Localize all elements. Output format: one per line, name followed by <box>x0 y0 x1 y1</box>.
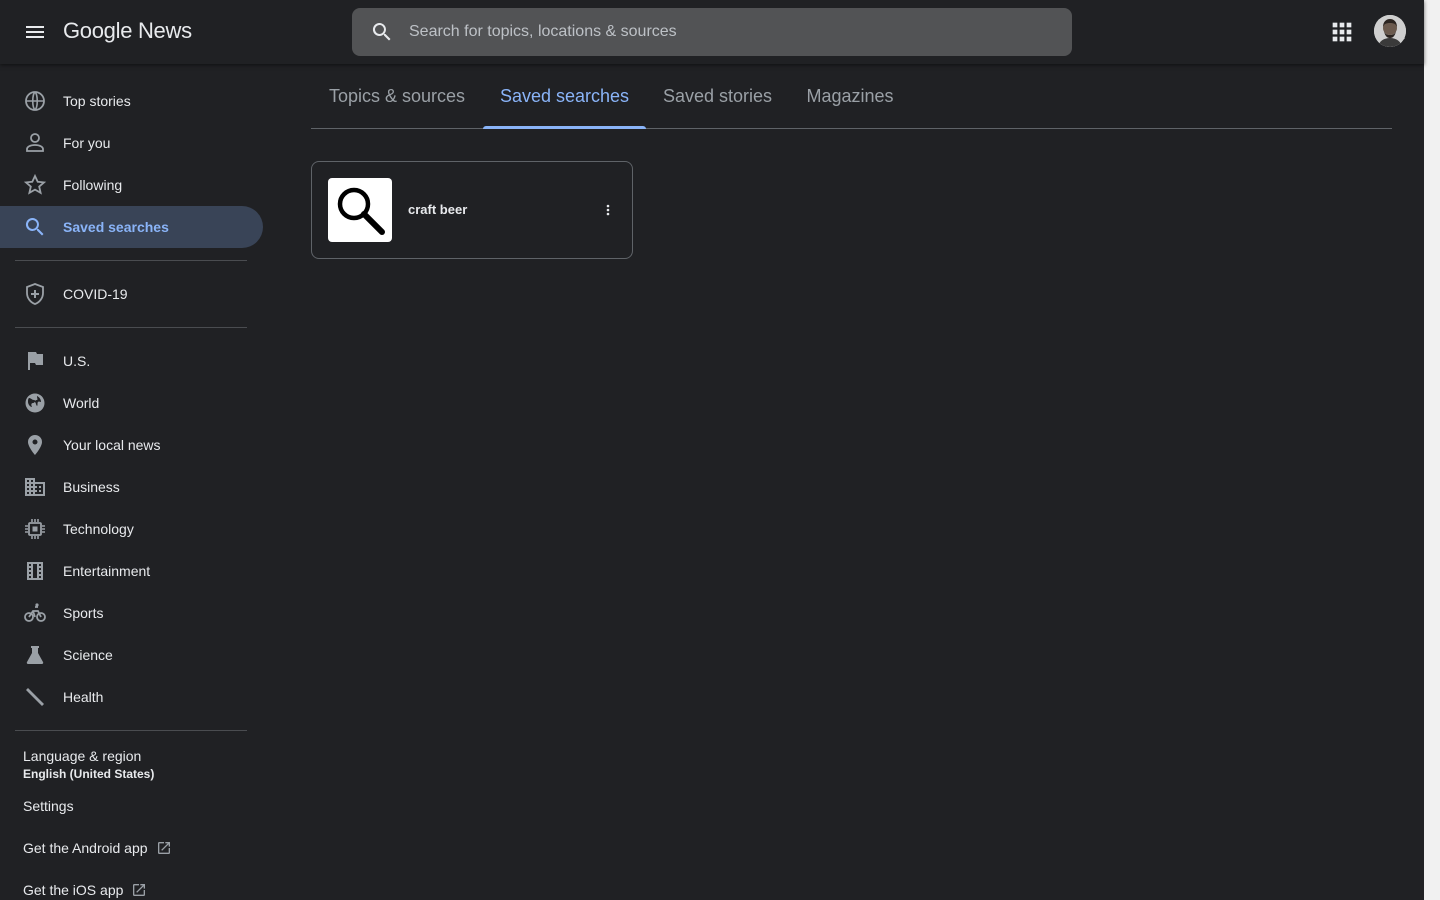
sidebar-divider <box>15 730 247 731</box>
film-icon <box>27 562 43 580</box>
sidebar-item-for-you[interactable]: For you <box>0 122 263 164</box>
following-tabs: Topics & sources Saved searches Saved st… <box>311 64 1392 129</box>
hamburger-icon <box>26 26 44 38</box>
external-link-icon <box>133 884 146 896</box>
sidebar-item-science[interactable]: Science <box>0 634 263 676</box>
android-app-label: Get the Android app <box>23 840 148 856</box>
person-icon <box>26 133 44 152</box>
sidebar-item-label: Following <box>63 177 123 193</box>
sidebar-item-world[interactable]: World <box>0 382 263 424</box>
tab-topics-sources[interactable]: Topics & sources <box>311 64 483 128</box>
bicycle-icon <box>24 603 46 622</box>
search-icon <box>25 218 44 236</box>
sidebar-item-entertainment[interactable]: Entertainment <box>0 550 263 592</box>
sidebar: Top stories For you Following Saved sear… <box>0 64 280 900</box>
profile-photo-icon <box>1374 15 1406 47</box>
world-icon <box>25 393 45 413</box>
search-icon[interactable] <box>370 20 394 44</box>
sidebar-item-label: Top stories <box>63 93 131 109</box>
settings-link[interactable]: Settings <box>23 798 74 814</box>
brand-google: Google <box>63 18 133 43</box>
sidebar-item-business[interactable]: Business <box>0 466 263 508</box>
sidebar-item-local-news[interactable]: Your local news <box>0 424 263 466</box>
tab-saved-stories[interactable]: Saved stories <box>646 64 789 128</box>
sidebar-item-label: Sports <box>63 605 104 621</box>
sidebar-item-label: World <box>63 395 100 411</box>
flag-icon <box>28 352 43 370</box>
sidebar-item-label: U.S. <box>63 353 91 369</box>
sidebar-item-technology[interactable]: Technology <box>0 508 263 550</box>
search-bar <box>352 8 1405 56</box>
sidebar-item-us[interactable]: U.S. <box>0 340 263 382</box>
brand-news: News <box>137 18 192 43</box>
language-region-label: Language & region <box>23 748 142 764</box>
more-options-button[interactable] <box>598 198 618 222</box>
sidebar-item-sports[interactable]: Sports <box>0 592 263 634</box>
dumbbell-icon <box>26 688 44 706</box>
app-frame: Google News Search for topics, locations… <box>0 0 1440 900</box>
sidebar-item-label: Entertainment <box>63 563 151 579</box>
sidebar-item-health[interactable]: Health <box>0 676 263 718</box>
ios-app-link[interactable]: Get the iOS app <box>23 882 147 898</box>
tab-saved-searches[interactable]: Saved searches <box>483 64 646 129</box>
sidebar-item-label: Science <box>63 647 113 663</box>
sidebar-divider <box>15 260 247 261</box>
sidebar-item-label: Business <box>63 479 120 495</box>
sidebar-item-following[interactable]: Following <box>0 164 263 206</box>
saved-search-thumbnail <box>328 178 392 242</box>
sidebar-item-label: Saved searches <box>63 219 169 235</box>
sidebar-item-label: Technology <box>63 521 134 537</box>
ios-app-label: Get the iOS app <box>23 882 124 898</box>
sidebar-item-label: COVID-19 <box>63 286 128 302</box>
sidebar-item-label: Your local news <box>63 437 161 453</box>
external-link-icon <box>157 842 170 854</box>
account-avatar[interactable] <box>1374 15 1406 47</box>
tab-magazines[interactable]: Magazines <box>789 64 911 128</box>
sidebar-item-saved-searches[interactable]: Saved searches <box>0 206 263 248</box>
sidebar-item-covid-19[interactable]: COVID-19 <box>0 273 263 315</box>
main-menu-button[interactable] <box>19 16 51 48</box>
android-app-link[interactable]: Get the Android app <box>23 840 172 856</box>
saved-search-card[interactable]: craft beer <box>311 161 633 259</box>
page-scrollbar[interactable] <box>1424 0 1440 900</box>
top-bar: Google News <box>0 0 1424 64</box>
language-region-value: English (United States) <box>23 767 155 781</box>
sidebar-item-top-stories[interactable]: Top stories <box>0 80 263 122</box>
apps-grid-icon[interactable] <box>1328 18 1356 46</box>
sidebar-item-label: Health <box>63 689 104 705</box>
sidebar-item-label: For you <box>63 135 111 151</box>
magnifier-icon <box>337 187 385 235</box>
sidebar-divider <box>15 327 247 328</box>
search-input[interactable] <box>409 16 1009 48</box>
saved-search-title: craft beer <box>408 202 468 217</box>
building-icon <box>25 478 45 496</box>
google-news-logo[interactable]: Google News <box>63 18 192 44</box>
star-icon <box>23 173 47 195</box>
language-region-link[interactable]: Language & region <box>23 748 141 764</box>
settings-label: Settings <box>23 798 74 814</box>
shield-icon <box>26 283 44 305</box>
location-pin-icon <box>28 435 42 455</box>
more-vert-icon <box>606 204 610 216</box>
chip-icon <box>25 519 45 539</box>
flask-icon <box>26 646 44 664</box>
globe-icon <box>25 91 45 111</box>
